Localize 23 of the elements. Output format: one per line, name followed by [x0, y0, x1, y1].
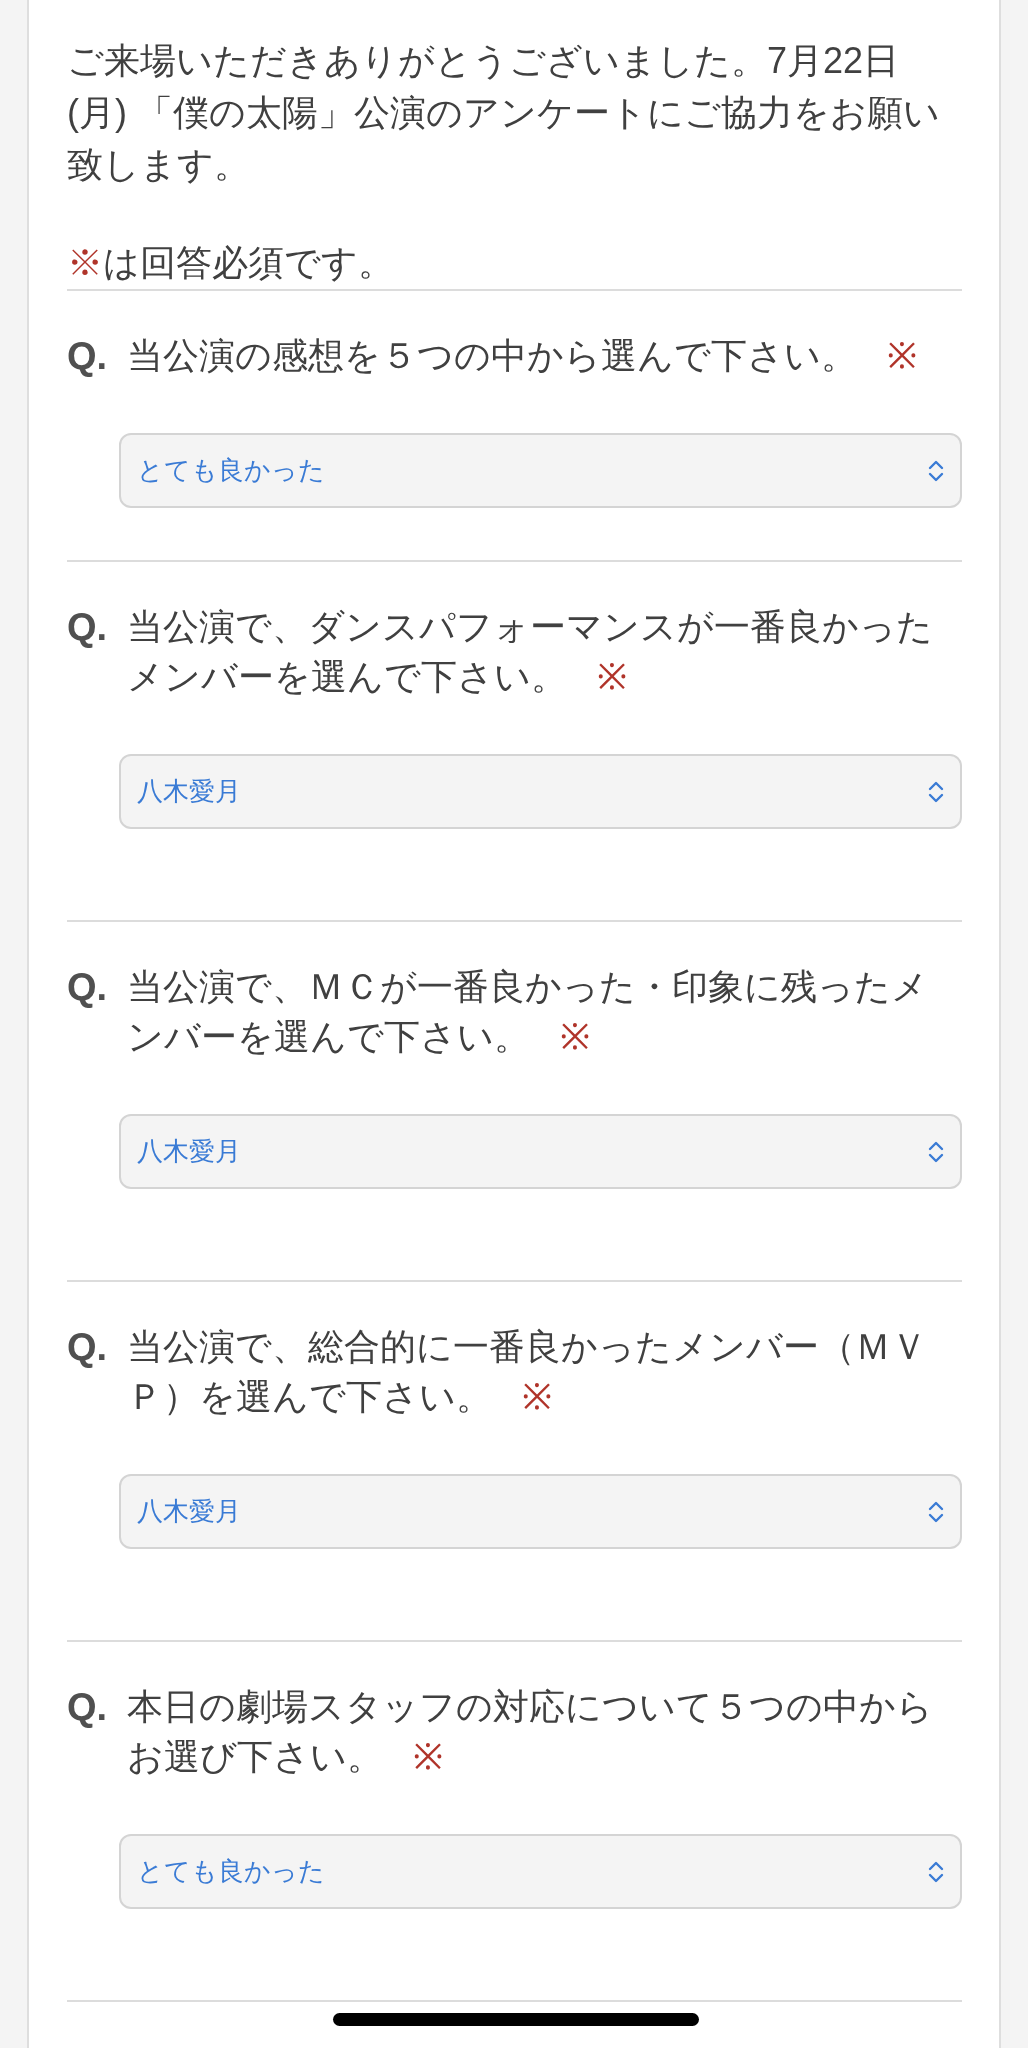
- intro-text: ご来場いただきありがとうございました。7月22日(月) 「僕の太陽」公演のアンケートにご協力をお願い致します。: [67, 39, 941, 187]
- answer-dropdown[interactable]: 八木愛月: [119, 1474, 962, 1549]
- answer-dropdown[interactable]: とても良かった: [119, 433, 962, 508]
- question-label: Q.: [67, 965, 109, 1010]
- answer-dropdown[interactable]: とても良かった: [119, 1834, 962, 1909]
- answer-dropdown[interactable]: 八木愛月: [119, 1114, 962, 1189]
- question-label: Q.: [67, 1325, 109, 1370]
- required-note: は回答必須です。: [103, 242, 394, 283]
- question-label: Q.: [67, 334, 109, 379]
- question-label: Q.: [67, 605, 109, 650]
- answer-dropdown[interactable]: 八木愛月: [119, 754, 962, 829]
- chevron-up-down-icon: [928, 1499, 944, 1524]
- chevron-up-down-icon: [928, 779, 944, 804]
- chevron-up-down-icon: [928, 1859, 944, 1884]
- required-mark: ※: [67, 242, 103, 283]
- question-text: 当公演の感想を５つの中から選んで下さい。 ※: [127, 334, 917, 378]
- question-text: 当公演で、総合的に一番良かったメンバー（ＭＶＰ）を選んで下さい。 ※: [127, 1325, 928, 1419]
- question-text: 本日の劇場スタッフの対応について５つの中からお選び下さい。 ※: [127, 1685, 934, 1779]
- chevron-up-down-icon: [928, 1139, 944, 1164]
- chevron-up-down-icon: [928, 458, 944, 483]
- question-text: 当公演で、ダンスパフォーマンスが一番良かったメンバーを選んで下さい。 ※: [127, 605, 934, 699]
- question-label: Q.: [67, 1685, 109, 1730]
- question-text: 当公演で、ＭＣが一番良かった・印象に残ったメンバーを選んで下さい。 ※: [127, 965, 929, 1059]
